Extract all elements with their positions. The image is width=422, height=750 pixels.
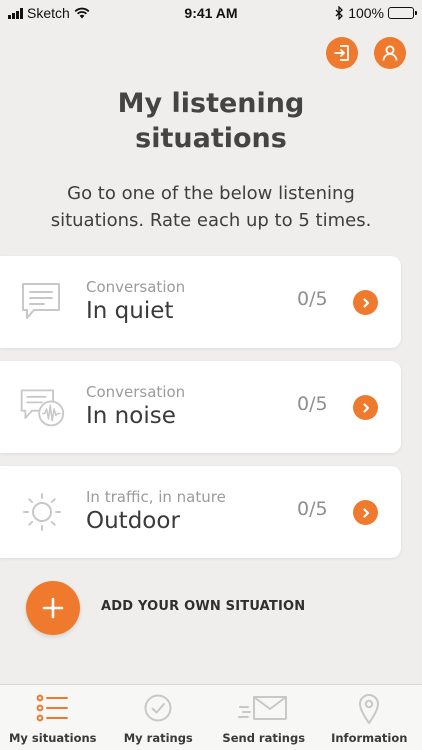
situation-card-outdoor[interactable]: In traffic, in nature Outdoor 0/5: [0, 466, 401, 558]
envelope-icon: [237, 696, 287, 720]
chevron-right-icon[interactable]: [353, 395, 378, 420]
status-right: 100%: [335, 5, 417, 21]
check-circle-icon: [144, 694, 172, 722]
speech-bubble-icon: [22, 283, 60, 319]
profile-icon: [382, 45, 398, 61]
situation-title: Outdoor: [86, 508, 180, 534]
situation-kicker: Conversation: [86, 278, 186, 296]
tab-my-ratings[interactable]: My ratings: [106, 685, 212, 750]
chevron-right-icon[interactable]: [353, 500, 378, 525]
situation-count: 0/5: [297, 393, 328, 415]
add-situation-button[interactable]: [26, 581, 80, 635]
tab-label: My situations: [8, 731, 97, 745]
situation-kicker: In traffic, in nature: [86, 488, 226, 506]
sun-icon: [23, 493, 61, 531]
page-subtitle: Go to one of the below listening situati…: [0, 180, 422, 234]
tab-label: My ratings: [123, 731, 193, 745]
chevron-right-icon[interactable]: [353, 290, 378, 315]
situation-kicker: Conversation: [86, 383, 186, 401]
tab-bar: My situations My ratings Send ratings In…: [0, 684, 422, 750]
tab-send-ratings[interactable]: Send ratings: [211, 685, 317, 750]
location-pin-icon: [359, 694, 380, 724]
page-title: My listening situations: [0, 86, 422, 156]
battery-icon: [388, 7, 417, 19]
tab-information[interactable]: Information: [317, 685, 422, 750]
add-situation-label[interactable]: ADD YOUR OWN SITUATION: [101, 599, 305, 614]
situation-count: 0/5: [297, 288, 328, 310]
situation-title: In quiet: [86, 298, 174, 324]
noisy-speech-icon: [20, 389, 65, 427]
situation-count: 0/5: [297, 498, 328, 520]
tab-my-situations[interactable]: My situations: [0, 685, 106, 750]
situation-card-in-quiet[interactable]: Conversation In quiet 0/5: [0, 256, 401, 348]
tab-label: Information: [331, 731, 408, 745]
profile-button[interactable]: [374, 37, 406, 69]
page-title-line2: situations: [135, 123, 287, 154]
exit-icon: [334, 45, 349, 61]
status-bar: Sketch 9:41 AM 100%: [0, 0, 422, 26]
page-subtitle-line1: Go to one of the below listening: [67, 183, 355, 204]
situation-title: In noise: [86, 403, 176, 429]
battery-percent: 100%: [348, 5, 384, 21]
plus-icon: [42, 597, 64, 619]
list-icon: [36, 694, 68, 722]
page-title-line1: My listening: [117, 88, 305, 119]
tab-label: Send ratings: [222, 731, 306, 745]
page-subtitle-line2: situations. Rate each up to 5 times.: [50, 210, 372, 231]
exit-button[interactable]: [326, 37, 358, 69]
situation-card-in-noise[interactable]: Conversation In noise 0/5: [0, 361, 401, 453]
bluetooth-icon: [335, 6, 344, 20]
